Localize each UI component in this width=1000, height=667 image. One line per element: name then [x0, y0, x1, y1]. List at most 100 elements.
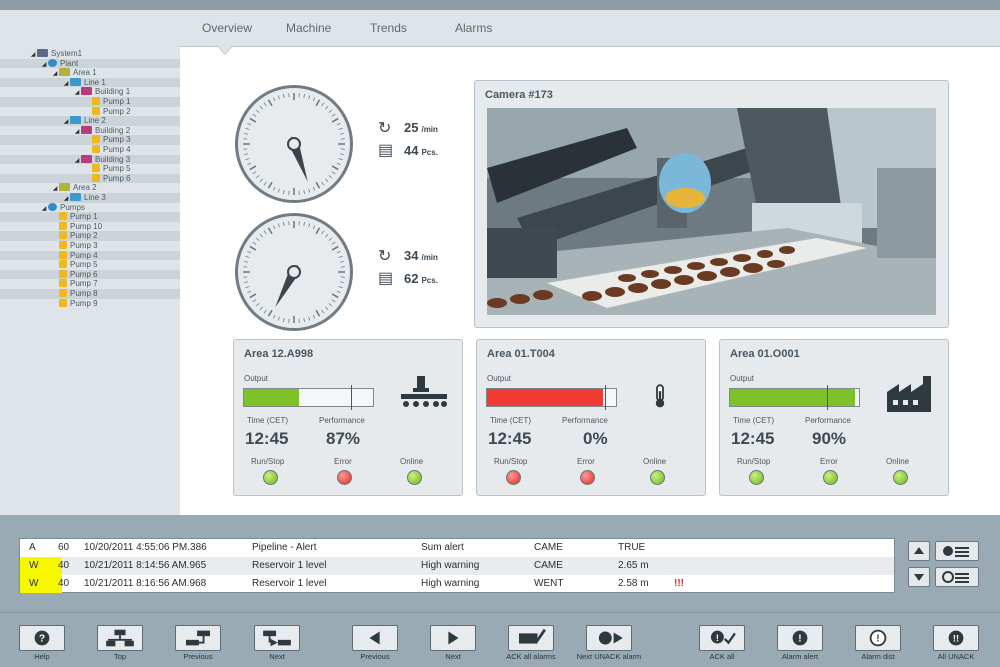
- tree-node-label: Pump 5: [70, 260, 98, 270]
- gauge-tick: [252, 241, 257, 245]
- alarm-list-button[interactable]: [935, 541, 979, 561]
- arrow-left-icon: [369, 631, 380, 645]
- top-icon: [106, 629, 134, 647]
- tree-node[interactable]: ◢ Line 1: [0, 77, 180, 88]
- area-card-2[interactable]: Area 01.T004 Output Time (CET) Performan…: [476, 339, 706, 496]
- tree-node[interactable]: Pump 4: [0, 250, 180, 261]
- all-unack-button[interactable]: !!: [933, 625, 979, 651]
- tree-node-label: Pump 3: [103, 135, 131, 145]
- warning-highlight: [20, 575, 62, 593]
- tree-node[interactable]: ◢ Line 2: [0, 116, 180, 126]
- gauge-tick: [244, 281, 249, 283]
- tree-node[interactable]: Pump 3: [0, 241, 180, 251]
- tree-node[interactable]: ◢ Area 1: [0, 68, 180, 78]
- performance-value: 0%: [583, 429, 608, 448]
- gauge-tick: [283, 317, 285, 322]
- tree-node[interactable]: ◢ Plant: [0, 58, 180, 69]
- gauge-2-rate: 34/min: [404, 248, 438, 263]
- alarm-alert-icon: !: [792, 630, 808, 646]
- gauge-tick: [252, 299, 257, 303]
- tree-node[interactable]: ◢ Building 2: [0, 125, 180, 136]
- output-marker: [351, 385, 352, 410]
- gauge-tick: [244, 261, 249, 263]
- next-unack-alarm-button[interactable]: [586, 625, 632, 651]
- tree-node[interactable]: Pump 10: [0, 221, 180, 232]
- tab-overview[interactable]: Overview: [202, 21, 252, 35]
- gauge-tick: [277, 95, 280, 100]
- online-led: [650, 470, 665, 485]
- pump-icon: [92, 135, 100, 144]
- pump-icon: [59, 250, 67, 259]
- previous-button[interactable]: [175, 625, 221, 651]
- gauge-tick: [283, 222, 285, 227]
- tree-node[interactable]: ◢ Area 2: [0, 183, 180, 193]
- alarm-type: W: [29, 560, 39, 571]
- alarm-history-button[interactable]: [935, 567, 979, 587]
- tree-node[interactable]: Pump 8: [0, 289, 180, 299]
- ack-all-button[interactable]: !: [699, 625, 745, 651]
- alarm-row[interactable]: W 40 10/21/2011 8:14:56 AM.965 Reservoir…: [20, 557, 894, 575]
- svg-text:!: !: [876, 634, 879, 645]
- alarm-text: High warning: [421, 560, 480, 571]
- tree-node[interactable]: ◢ Building 1: [0, 87, 180, 97]
- tree-node[interactable]: ◢ Pumps: [0, 202, 180, 213]
- sys-icon: [37, 49, 48, 57]
- tree-node[interactable]: ◢ System1: [0, 49, 180, 59]
- camera-feed-image[interactable]: [487, 108, 936, 315]
- next-button[interactable]: [254, 625, 300, 651]
- tree-node[interactable]: Pump 2: [0, 106, 180, 117]
- tree-node[interactable]: Pump 9: [0, 298, 180, 309]
- gauge-tick: [331, 299, 336, 303]
- output-label: Output: [244, 374, 269, 383]
- gauge-tick: [336, 162, 341, 166]
- alarm-row[interactable]: W 40 10/21/2011 8:16:56 AM.968 Reservoir…: [20, 575, 894, 593]
- output-marker: [827, 385, 828, 410]
- alarm-alert-button[interactable]: !: [777, 625, 823, 651]
- gauge-tick: [272, 225, 276, 230]
- tree-node[interactable]: Pump 3: [0, 135, 180, 145]
- performance-label: Performance: [562, 416, 608, 425]
- tree-node-label: Building 2: [95, 125, 131, 135]
- tree-node[interactable]: Pump 4: [0, 145, 180, 155]
- next-button[interactable]: [430, 625, 476, 651]
- gauge-tick: [339, 281, 344, 283]
- top-button[interactable]: [97, 625, 143, 651]
- time-label: Time (CET): [733, 416, 775, 425]
- bld-icon: [81, 87, 92, 96]
- gauge-tick: [325, 306, 329, 311]
- tree-node[interactable]: Pump 5: [0, 164, 180, 174]
- scroll-up-button[interactable]: [908, 541, 930, 561]
- tree-node[interactable]: ◢ Building 3: [0, 154, 180, 165]
- tab-trends[interactable]: Trends: [370, 21, 407, 35]
- alarm-dist-button[interactable]: !: [855, 625, 901, 651]
- tree-node[interactable]: Pump 2: [0, 231, 180, 241]
- tree-node-label: Pump 8: [70, 289, 98, 298]
- tree-node[interactable]: Pump 1: [0, 212, 180, 222]
- runstop-led: [749, 470, 764, 485]
- runstop-label: Run/Stop: [737, 457, 771, 466]
- tab-alarms[interactable]: Alarms: [455, 21, 492, 35]
- pump-icon: [92, 173, 100, 182]
- help-button[interactable]: ?: [19, 625, 65, 651]
- previous-button[interactable]: [352, 625, 398, 651]
- output-fill: [244, 389, 300, 406]
- alarm-list-icon: [943, 546, 969, 557]
- alarm-text: Sum alert: [421, 542, 464, 553]
- tree-node[interactable]: Pump 6: [0, 173, 180, 184]
- area-card-1[interactable]: Area 12.A998 Output Time (CET) Performan…: [233, 339, 463, 496]
- scroll-down-button[interactable]: [908, 567, 930, 587]
- gauge-tick: [338, 286, 343, 289]
- tab-machine[interactable]: Machine: [286, 21, 331, 35]
- ack-all-alarms-button[interactable]: [508, 625, 554, 651]
- tree-node[interactable]: Pump 7: [0, 279, 180, 289]
- tree-node[interactable]: ◢ Line 3: [0, 193, 180, 203]
- gauge-tick: [259, 105, 263, 110]
- tree-node[interactable]: Pump 5: [0, 260, 180, 270]
- plant-icon: [48, 202, 57, 211]
- tree-node[interactable]: Pump 1: [0, 97, 180, 107]
- gauge-tick: [331, 293, 339, 299]
- alarm-row[interactable]: A 60 10/20/2011 4:55:06 PM.386 Pipeline …: [20, 539, 894, 557]
- area-card-3[interactable]: Area 01.O001 Output Time (CET) Performan…: [719, 339, 949, 496]
- tree-node[interactable]: Pump 6: [0, 269, 180, 280]
- pump-icon: [59, 279, 67, 288]
